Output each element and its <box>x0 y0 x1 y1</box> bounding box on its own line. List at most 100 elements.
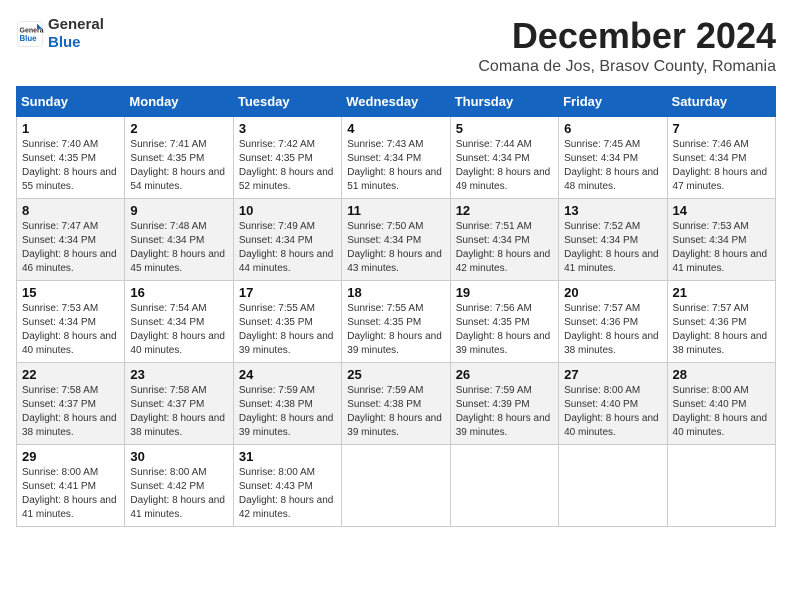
calendar-day-cell: 19 Sunrise: 7:56 AMSunset: 4:35 PMDaylig… <box>450 280 558 362</box>
page-header: General Blue General Blue December 2024 … <box>16 16 776 76</box>
calendar-day-cell: 30 Sunrise: 8:00 AMSunset: 4:42 PMDaylig… <box>125 444 233 526</box>
calendar-week-row: 22 Sunrise: 7:58 AMSunset: 4:37 PMDaylig… <box>17 362 776 444</box>
day-number: 18 <box>347 285 444 300</box>
day-info: Sunrise: 7:57 AMSunset: 4:36 PMDaylight:… <box>673 303 768 356</box>
svg-text:Blue: Blue <box>20 34 38 43</box>
day-info: Sunrise: 7:55 AMSunset: 4:35 PMDaylight:… <box>347 303 442 356</box>
calendar-day-cell: 2 Sunrise: 7:41 AMSunset: 4:35 PMDayligh… <box>125 116 233 198</box>
day-info: Sunrise: 7:58 AMSunset: 4:37 PMDaylight:… <box>22 385 117 438</box>
calendar-day-cell: 8 Sunrise: 7:47 AMSunset: 4:34 PMDayligh… <box>17 198 125 280</box>
calendar-week-row: 8 Sunrise: 7:47 AMSunset: 4:34 PMDayligh… <box>17 198 776 280</box>
location-title: Comana de Jos, Brasov County, Romania <box>478 58 776 76</box>
calendar-day-cell: 21 Sunrise: 7:57 AMSunset: 4:36 PMDaylig… <box>667 280 775 362</box>
calendar-table: SundayMondayTuesdayWednesdayThursdayFrid… <box>16 86 776 527</box>
calendar-day-cell <box>450 444 558 526</box>
day-info: Sunrise: 7:41 AMSunset: 4:35 PMDaylight:… <box>130 139 225 192</box>
day-info: Sunrise: 7:44 AMSunset: 4:34 PMDaylight:… <box>456 139 551 192</box>
weekday-header-cell: Saturday <box>667 86 775 116</box>
calendar-day-cell: 24 Sunrise: 7:59 AMSunset: 4:38 PMDaylig… <box>233 362 341 444</box>
day-info: Sunrise: 7:42 AMSunset: 4:35 PMDaylight:… <box>239 139 334 192</box>
calendar-day-cell <box>342 444 450 526</box>
weekday-header-cell: Monday <box>125 86 233 116</box>
day-number: 2 <box>130 121 227 136</box>
day-info: Sunrise: 7:49 AMSunset: 4:34 PMDaylight:… <box>239 221 334 274</box>
calendar-day-cell: 23 Sunrise: 7:58 AMSunset: 4:37 PMDaylig… <box>125 362 233 444</box>
calendar-day-cell: 6 Sunrise: 7:45 AMSunset: 4:34 PMDayligh… <box>559 116 667 198</box>
day-number: 21 <box>673 285 770 300</box>
day-info: Sunrise: 7:52 AMSunset: 4:34 PMDaylight:… <box>564 221 659 274</box>
day-number: 5 <box>456 121 553 136</box>
title-section: December 2024 Comana de Jos, Brasov Coun… <box>478 16 776 76</box>
day-number: 22 <box>22 367 119 382</box>
logo-icon: General Blue <box>16 20 44 48</box>
day-info: Sunrise: 7:43 AMSunset: 4:34 PMDaylight:… <box>347 139 442 192</box>
calendar-day-cell: 13 Sunrise: 7:52 AMSunset: 4:34 PMDaylig… <box>559 198 667 280</box>
calendar-week-row: 29 Sunrise: 8:00 AMSunset: 4:41 PMDaylig… <box>17 444 776 526</box>
day-number: 6 <box>564 121 661 136</box>
day-info: Sunrise: 7:47 AMSunset: 4:34 PMDaylight:… <box>22 221 117 274</box>
day-info: Sunrise: 7:59 AMSunset: 4:39 PMDaylight:… <box>456 385 551 438</box>
calendar-day-cell: 27 Sunrise: 8:00 AMSunset: 4:40 PMDaylig… <box>559 362 667 444</box>
day-number: 13 <box>564 203 661 218</box>
logo: General Blue General Blue <box>16 16 104 52</box>
calendar-day-cell: 3 Sunrise: 7:42 AMSunset: 4:35 PMDayligh… <box>233 116 341 198</box>
day-number: 15 <box>22 285 119 300</box>
calendar-day-cell: 15 Sunrise: 7:53 AMSunset: 4:34 PMDaylig… <box>17 280 125 362</box>
day-number: 31 <box>239 449 336 464</box>
day-number: 29 <box>22 449 119 464</box>
calendar-day-cell: 18 Sunrise: 7:55 AMSunset: 4:35 PMDaylig… <box>342 280 450 362</box>
day-info: Sunrise: 8:00 AMSunset: 4:40 PMDaylight:… <box>564 385 659 438</box>
calendar-day-cell: 17 Sunrise: 7:55 AMSunset: 4:35 PMDaylig… <box>233 280 341 362</box>
weekday-header-row: SundayMondayTuesdayWednesdayThursdayFrid… <box>17 86 776 116</box>
weekday-header-cell: Wednesday <box>342 86 450 116</box>
calendar-day-cell: 26 Sunrise: 7:59 AMSunset: 4:39 PMDaylig… <box>450 362 558 444</box>
calendar-day-cell: 7 Sunrise: 7:46 AMSunset: 4:34 PMDayligh… <box>667 116 775 198</box>
calendar-week-row: 1 Sunrise: 7:40 AMSunset: 4:35 PMDayligh… <box>17 116 776 198</box>
calendar-day-cell: 25 Sunrise: 7:59 AMSunset: 4:38 PMDaylig… <box>342 362 450 444</box>
weekday-header-cell: Friday <box>559 86 667 116</box>
day-number: 3 <box>239 121 336 136</box>
day-info: Sunrise: 8:00 AMSunset: 4:40 PMDaylight:… <box>673 385 768 438</box>
calendar-day-cell: 10 Sunrise: 7:49 AMSunset: 4:34 PMDaylig… <box>233 198 341 280</box>
calendar-day-cell: 5 Sunrise: 7:44 AMSunset: 4:34 PMDayligh… <box>450 116 558 198</box>
calendar-body: 1 Sunrise: 7:40 AMSunset: 4:35 PMDayligh… <box>17 116 776 526</box>
day-number: 14 <box>673 203 770 218</box>
calendar-day-cell: 22 Sunrise: 7:58 AMSunset: 4:37 PMDaylig… <box>17 362 125 444</box>
day-number: 17 <box>239 285 336 300</box>
day-info: Sunrise: 7:55 AMSunset: 4:35 PMDaylight:… <box>239 303 334 356</box>
weekday-header-cell: Sunday <box>17 86 125 116</box>
day-info: Sunrise: 8:00 AMSunset: 4:41 PMDaylight:… <box>22 467 117 520</box>
day-number: 28 <box>673 367 770 382</box>
day-number: 11 <box>347 203 444 218</box>
day-number: 20 <box>564 285 661 300</box>
calendar-day-cell <box>559 444 667 526</box>
day-number: 9 <box>130 203 227 218</box>
day-info: Sunrise: 7:48 AMSunset: 4:34 PMDaylight:… <box>130 221 225 274</box>
day-info: Sunrise: 7:40 AMSunset: 4:35 PMDaylight:… <box>22 139 117 192</box>
day-info: Sunrise: 7:45 AMSunset: 4:34 PMDaylight:… <box>564 139 659 192</box>
day-number: 1 <box>22 121 119 136</box>
day-number: 8 <box>22 203 119 218</box>
day-number: 30 <box>130 449 227 464</box>
day-info: Sunrise: 7:54 AMSunset: 4:34 PMDaylight:… <box>130 303 225 356</box>
calendar-week-row: 15 Sunrise: 7:53 AMSunset: 4:34 PMDaylig… <box>17 280 776 362</box>
day-info: Sunrise: 7:53 AMSunset: 4:34 PMDaylight:… <box>22 303 117 356</box>
day-number: 26 <box>456 367 553 382</box>
day-info: Sunrise: 8:00 AMSunset: 4:42 PMDaylight:… <box>130 467 225 520</box>
day-info: Sunrise: 7:59 AMSunset: 4:38 PMDaylight:… <box>239 385 334 438</box>
calendar-day-cell: 4 Sunrise: 7:43 AMSunset: 4:34 PMDayligh… <box>342 116 450 198</box>
weekday-header-cell: Tuesday <box>233 86 341 116</box>
day-info: Sunrise: 7:51 AMSunset: 4:34 PMDaylight:… <box>456 221 551 274</box>
calendar-day-cell <box>667 444 775 526</box>
day-info: Sunrise: 7:58 AMSunset: 4:37 PMDaylight:… <box>130 385 225 438</box>
day-info: Sunrise: 7:53 AMSunset: 4:34 PMDaylight:… <box>673 221 768 274</box>
day-info: Sunrise: 8:00 AMSunset: 4:43 PMDaylight:… <box>239 467 334 520</box>
day-number: 4 <box>347 121 444 136</box>
day-info: Sunrise: 7:59 AMSunset: 4:38 PMDaylight:… <box>347 385 442 438</box>
day-info: Sunrise: 7:56 AMSunset: 4:35 PMDaylight:… <box>456 303 551 356</box>
day-number: 16 <box>130 285 227 300</box>
month-title: December 2024 <box>478 16 776 56</box>
calendar-day-cell: 31 Sunrise: 8:00 AMSunset: 4:43 PMDaylig… <box>233 444 341 526</box>
calendar-day-cell: 11 Sunrise: 7:50 AMSunset: 4:34 PMDaylig… <box>342 198 450 280</box>
weekday-header-cell: Thursday <box>450 86 558 116</box>
